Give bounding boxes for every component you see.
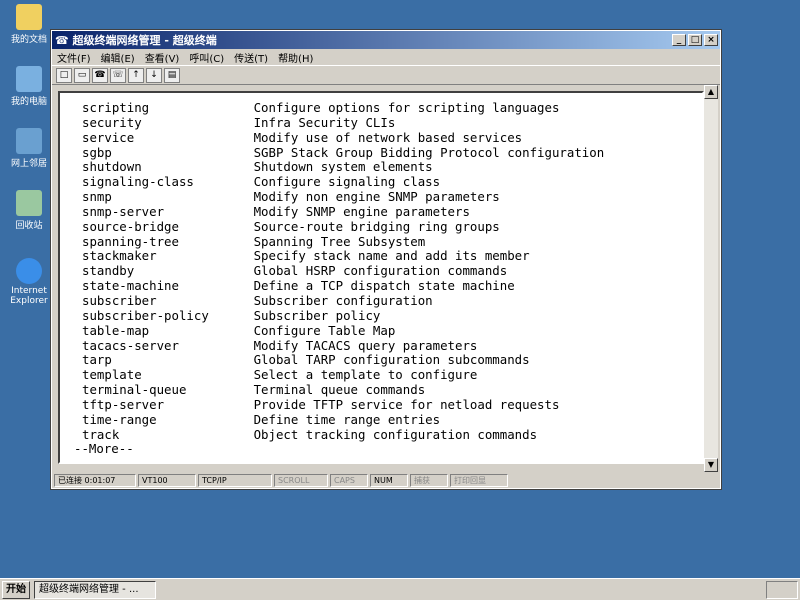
status-num: NUM <box>370 474 408 487</box>
menu-item-5[interactable]: 帮助(H) <box>278 50 313 65</box>
terminal-line: track Object tracking configuration comm… <box>82 426 538 442</box>
status-bar: 已连接 0:01:07 VT100 TCP/IP SCROLL CAPS NUM… <box>52 473 720 488</box>
terminal-line: template Select a template to configure <box>82 367 478 383</box>
desktop-icon-label: 回收站 <box>15 221 43 231</box>
disconnect-icon[interactable]: ☏ <box>110 67 126 83</box>
desktop-icon-label: 网上邻居 <box>10 159 47 169</box>
terminal-line: shutdown Shutdown system elements <box>82 159 433 175</box>
taskbar-task-hyperterminal[interactable]: 超级终端网络管理 - ... <box>34 580 156 599</box>
folder-icon <box>16 4 42 30</box>
menu-item-1[interactable]: 编辑(E) <box>101 50 135 65</box>
terminal-line: standby Global HSRP configuration comman… <box>82 263 508 279</box>
terminal-area[interactable]: scripting Configure options for scriptin… <box>58 91 704 464</box>
terminal-line: scripting Configure options for scriptin… <box>82 100 560 115</box>
computer-icon <box>16 66 42 92</box>
scroll-down-icon[interactable]: ▼ <box>704 458 718 472</box>
call-icon[interactable]: ☎ <box>92 67 108 83</box>
terminal-line: stackmaker Specify stack name and add it… <box>82 248 530 264</box>
terminal-line: terminal-queue Terminal queue commands <box>82 382 426 398</box>
terminal-line: subscriber-policy Subscriber policy <box>82 307 381 323</box>
menu-item-0[interactable]: 文件(F) <box>57 50 91 65</box>
status-capture: 捕获 <box>410 474 448 487</box>
status-emulation: VT100 <box>138 474 196 487</box>
window-title: 超级终端网络管理 - 超级终端 <box>72 34 217 47</box>
new-icon[interactable]: □ <box>56 67 72 83</box>
recycle-bin-icon <box>16 190 42 216</box>
maximize-button[interactable]: □ <box>688 34 702 46</box>
start-button[interactable]: 开始 <box>2 580 30 599</box>
menu-item-3[interactable]: 呼叫(C) <box>189 50 224 65</box>
open-icon[interactable]: ▭ <box>74 67 90 83</box>
minimize-button[interactable]: _ <box>672 34 686 46</box>
status-caps: CAPS <box>330 474 368 487</box>
terminal-line: table-map Configure Table Map <box>82 322 396 338</box>
close-button[interactable]: × <box>704 34 718 46</box>
hyperterminal-window: ☎ 超级终端网络管理 - 超级终端 _ □ × 文件(F) 编辑(E) 查看(V) 呼… <box>50 29 722 490</box>
desktop-icon-label: 我的电脑 <box>10 97 47 107</box>
scroll-up-icon[interactable]: ▲ <box>704 85 718 99</box>
vertical-scrollbar[interactable]: ▲ ▼ <box>704 85 718 472</box>
menu-item-4[interactable]: 传送(T) <box>234 50 268 65</box>
terminal-line: source-bridge Source-route bridging ring… <box>82 218 500 234</box>
terminal-line: spanning-tree Spanning Tree Subsystem <box>82 233 426 249</box>
terminal-line: snmp Modify non engine SNMP parameters <box>82 189 500 205</box>
network-icon <box>16 128 42 154</box>
desktop-icon-1[interactable]: 我的电脑 <box>6 66 52 107</box>
more-prompt: --More-- <box>74 441 134 457</box>
terminal-line: tacacs-server Modify TACACS query parame… <box>82 337 478 353</box>
desktop-icon-4[interactable]: Internet Explorer <box>6 258 52 306</box>
terminal-line: snmp-server Modify SNMP engine parameter… <box>82 203 470 219</box>
terminal-line: sgbp SGBP Stack Group Bidding Protocol c… <box>82 144 605 160</box>
desktop-icon-2[interactable]: 网上邻居 <box>6 128 52 169</box>
status-protocol: TCP/IP <box>198 474 272 487</box>
desktop-icon-3[interactable]: 回收站 <box>6 190 52 231</box>
app-icon: ☎ <box>55 33 73 47</box>
terminal-line: state-machine Define a TCP dispatch stat… <box>82 278 515 294</box>
terminal-line: tarp Global TARP configuration subcomman… <box>82 352 530 368</box>
menu-item-2[interactable]: 查看(V) <box>145 50 180 65</box>
terminal-line: service Modify use of network based serv… <box>82 129 523 145</box>
terminal-line: time-range Define time range entries <box>82 411 441 427</box>
desktop-icon-0[interactable]: 我的文档 <box>6 4 52 45</box>
desktop-icon-label: 我的文档 <box>10 35 47 45</box>
status-connected: 已连接 0:01:07 <box>54 474 136 487</box>
toolbar: □ ▭ ☎ ☏ ↑ ↓ ▤ <box>52 65 720 85</box>
terminal-line: security Infra Security CLIs <box>82 114 396 130</box>
taskbar: 开始 超级终端网络管理 - ... <box>0 578 800 600</box>
properties-icon[interactable]: ▤ <box>164 67 180 83</box>
desktop-icon-label: Internet Explorer <box>10 286 48 306</box>
status-echo: 打印回显 <box>450 474 508 487</box>
status-scroll: SCROLL <box>274 474 328 487</box>
terminal-line: tftp-server Provide TFTP service for net… <box>82 396 560 412</box>
send-icon[interactable]: ↑ <box>128 67 144 83</box>
ie-icon <box>16 258 42 284</box>
terminal-line: subscriber Subscriber configuration <box>82 292 433 308</box>
title-bar[interactable]: ☎ 超级终端网络管理 - 超级终端 _ □ × <box>52 31 720 49</box>
receive-icon[interactable]: ↓ <box>146 67 162 83</box>
terminal-line: signaling-class Configure signaling clas… <box>82 174 441 190</box>
menu-bar: 文件(F) 编辑(E) 查看(V) 呼叫(C) 传送(T) 帮助(H) <box>52 49 720 65</box>
system-tray <box>766 580 798 599</box>
